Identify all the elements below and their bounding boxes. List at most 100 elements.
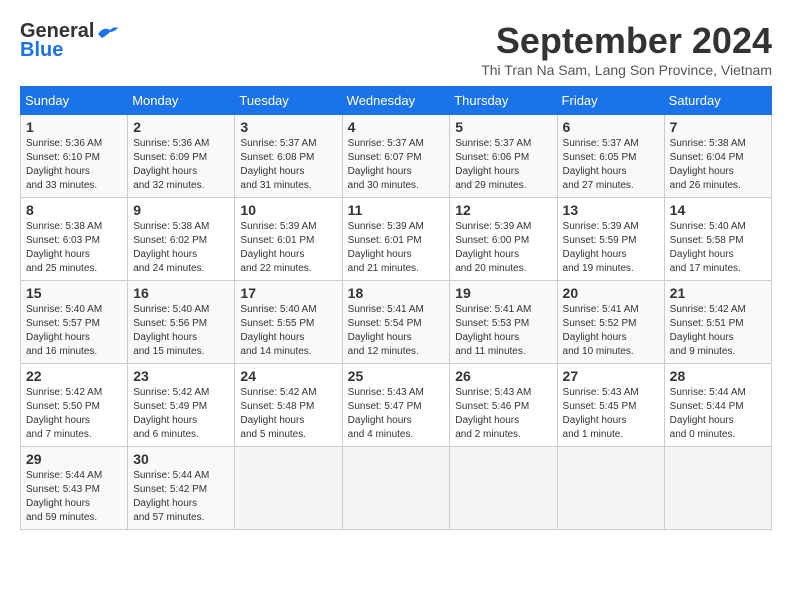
day-info: Sunrise: 5:40 AMSunset: 5:55 PMDaylight … — [240, 304, 316, 357]
day-number: 5 — [455, 119, 551, 135]
calendar-day-cell: 30 Sunrise: 5:44 AMSunset: 5:42 PMDayligh… — [128, 447, 235, 530]
calendar-day-cell: 10 Sunrise: 5:39 AMSunset: 6:01 PMDayligh… — [235, 198, 342, 281]
day-number: 28 — [670, 368, 766, 384]
logo: General Blue — [20, 20, 118, 62]
day-number: 2 — [133, 119, 229, 135]
calendar-week-row: 22 Sunrise: 5:42 AMSunset: 5:50 PMDayligh… — [21, 364, 772, 447]
day-number: 1 — [26, 119, 122, 135]
day-info: Sunrise: 5:41 AMSunset: 5:53 PMDaylight … — [455, 304, 531, 357]
page-header: General Blue September 2024 Thi Tran Na … — [20, 20, 772, 78]
calendar-day-cell: 15 Sunrise: 5:40 AMSunset: 5:57 PMDayligh… — [21, 281, 128, 364]
day-info: Sunrise: 5:40 AMSunset: 5:57 PMDaylight … — [26, 304, 102, 357]
day-info: Sunrise: 5:43 AMSunset: 5:46 PMDaylight … — [455, 387, 531, 440]
weekday-header-friday: Friday — [557, 87, 664, 115]
calendar-day-cell: 13 Sunrise: 5:39 AMSunset: 5:59 PMDayligh… — [557, 198, 664, 281]
location-subtitle: Thi Tran Na Sam, Lang Son Province, Viet… — [481, 62, 772, 78]
day-info: Sunrise: 5:43 AMSunset: 5:45 PMDaylight … — [563, 387, 639, 440]
day-info: Sunrise: 5:38 AMSunset: 6:03 PMDaylight … — [26, 221, 102, 274]
day-info: Sunrise: 5:39 AMSunset: 6:01 PMDaylight … — [348, 221, 424, 274]
day-info: Sunrise: 5:36 AMSunset: 6:10 PMDaylight … — [26, 138, 102, 191]
day-number: 23 — [133, 368, 229, 384]
logo-bird-icon — [96, 24, 118, 40]
calendar-day-cell — [664, 447, 771, 530]
day-info: Sunrise: 5:38 AMSunset: 6:02 PMDaylight … — [133, 221, 209, 274]
weekday-header-row: SundayMondayTuesdayWednesdayThursdayFrid… — [21, 87, 772, 115]
calendar-day-cell: 7 Sunrise: 5:38 AMSunset: 6:04 PMDaylight… — [664, 115, 771, 198]
day-number: 9 — [133, 202, 229, 218]
calendar-day-cell — [557, 447, 664, 530]
day-number: 7 — [670, 119, 766, 135]
calendar-day-cell: 24Sunrise: 5:42 AMSunset: 5:48 PMDayligh… — [235, 364, 342, 447]
weekday-header-thursday: Thursday — [450, 87, 557, 115]
weekday-header-wednesday: Wednesday — [342, 87, 450, 115]
day-number: 18 — [348, 285, 445, 301]
day-number: 15 — [26, 285, 122, 301]
day-number: 11 — [348, 202, 445, 218]
day-number: 27 — [563, 368, 659, 384]
title-area: September 2024 Thi Tran Na Sam, Lang Son… — [481, 20, 772, 78]
calendar-day-cell: 2 Sunrise: 5:36 AMSunset: 6:09 PMDaylight… — [128, 115, 235, 198]
day-info: Sunrise: 5:42 AMSunset: 5:50 PMDaylight … — [26, 387, 102, 440]
calendar-day-cell: 14 Sunrise: 5:40 AMSunset: 5:58 PMDayligh… — [664, 198, 771, 281]
calendar-day-cell: 27 Sunrise: 5:43 AMSunset: 5:45 PMDayligh… — [557, 364, 664, 447]
day-info: Sunrise: 5:44 AMSunset: 5:42 PMDaylight … — [133, 470, 209, 523]
day-number: 30 — [133, 451, 229, 467]
calendar-week-row: 29 Sunrise: 5:44 AMSunset: 5:43 PMDayligh… — [21, 447, 772, 530]
day-info: Sunrise: 5:41 AMSunset: 5:54 PMDaylight … — [348, 304, 424, 357]
calendar-day-cell: 29 Sunrise: 5:44 AMSunset: 5:43 PMDayligh… — [21, 447, 128, 530]
day-info: Sunrise: 5:39 AMSunset: 5:59 PMDaylight … — [563, 221, 639, 274]
day-number: 19 — [455, 285, 551, 301]
day-info: Sunrise: 5:40 AMSunset: 5:56 PMDaylight … — [133, 304, 209, 357]
day-info: Sunrise: 5:37 AMSunset: 6:08 PMDaylight … — [240, 138, 316, 191]
calendar-day-cell: 8 Sunrise: 5:38 AMSunset: 6:03 PMDaylight… — [21, 198, 128, 281]
day-info: Sunrise: 5:42 AMSunset: 5:49 PMDaylight … — [133, 387, 209, 440]
day-info: Sunrise: 5:37 AMSunset: 6:07 PMDaylight … — [348, 138, 424, 191]
calendar-day-cell: 21Sunrise: 5:42 AMSunset: 5:51 PMDayligh… — [664, 281, 771, 364]
day-number: 6 — [563, 119, 659, 135]
calendar-day-cell: 11 Sunrise: 5:39 AMSunset: 6:01 PMDayligh… — [342, 198, 450, 281]
calendar-week-row: 1 Sunrise: 5:36 AMSunset: 6:10 PMDaylight… — [21, 115, 772, 198]
calendar-day-cell: 23 Sunrise: 5:42 AMSunset: 5:49 PMDayligh… — [128, 364, 235, 447]
day-number: 4 — [348, 119, 445, 135]
calendar-day-cell: 5Sunrise: 5:37 AMSunset: 6:06 PMDaylight… — [450, 115, 557, 198]
day-info: Sunrise: 5:41 AMSunset: 5:52 PMDaylight … — [563, 304, 639, 357]
day-info: Sunrise: 5:39 AMSunset: 6:01 PMDaylight … — [240, 221, 316, 274]
day-info: Sunrise: 5:42 AMSunset: 5:48 PMDaylight … — [240, 387, 316, 440]
calendar-day-cell: 18 Sunrise: 5:41 AMSunset: 5:54 PMDayligh… — [342, 281, 450, 364]
logo-text-blue: Blue — [20, 39, 63, 62]
day-number: 20 — [563, 285, 659, 301]
day-info: Sunrise: 5:43 AMSunset: 5:47 PMDaylight … — [348, 387, 424, 440]
day-number: 10 — [240, 202, 336, 218]
day-number: 22 — [26, 368, 122, 384]
day-number: 14 — [670, 202, 766, 218]
day-info: Sunrise: 5:44 AMSunset: 5:43 PMDaylight … — [26, 470, 102, 523]
calendar-day-cell — [235, 447, 342, 530]
day-number: 3 — [240, 119, 336, 135]
weekday-header-saturday: Saturday — [664, 87, 771, 115]
calendar-day-cell: 25Sunrise: 5:43 AMSunset: 5:47 PMDayligh… — [342, 364, 450, 447]
day-number: 26 — [455, 368, 551, 384]
calendar-day-cell: 20 Sunrise: 5:41 AMSunset: 5:52 PMDayligh… — [557, 281, 664, 364]
day-number: 8 — [26, 202, 122, 218]
calendar-day-cell: 12Sunrise: 5:39 AMSunset: 6:00 PMDayligh… — [450, 198, 557, 281]
day-number: 21 — [670, 285, 766, 301]
day-number: 17 — [240, 285, 336, 301]
calendar-day-cell: 3 Sunrise: 5:37 AMSunset: 6:08 PMDaylight… — [235, 115, 342, 198]
day-info: Sunrise: 5:39 AMSunset: 6:00 PMDaylight … — [455, 221, 531, 274]
calendar-week-row: 8 Sunrise: 5:38 AMSunset: 6:03 PMDaylight… — [21, 198, 772, 281]
day-number: 13 — [563, 202, 659, 218]
weekday-header-monday: Monday — [128, 87, 235, 115]
weekday-header-tuesday: Tuesday — [235, 87, 342, 115]
day-number: 16 — [133, 285, 229, 301]
day-info: Sunrise: 5:40 AMSunset: 5:58 PMDaylight … — [670, 221, 746, 274]
month-title: September 2024 — [481, 20, 772, 62]
day-info: Sunrise: 5:36 AMSunset: 6:09 PMDaylight … — [133, 138, 209, 191]
calendar-week-row: 15 Sunrise: 5:40 AMSunset: 5:57 PMDayligh… — [21, 281, 772, 364]
calendar-day-cell: 16 Sunrise: 5:40 AMSunset: 5:56 PMDayligh… — [128, 281, 235, 364]
day-number: 29 — [26, 451, 122, 467]
day-info: Sunrise: 5:38 AMSunset: 6:04 PMDaylight … — [670, 138, 746, 191]
day-info: Sunrise: 5:37 AMSunset: 6:05 PMDaylight … — [563, 138, 639, 191]
calendar-day-cell: 4 Sunrise: 5:37 AMSunset: 6:07 PMDaylight… — [342, 115, 450, 198]
calendar-table: SundayMondayTuesdayWednesdayThursdayFrid… — [20, 86, 772, 530]
calendar-day-cell: 19 Sunrise: 5:41 AMSunset: 5:53 PMDayligh… — [450, 281, 557, 364]
